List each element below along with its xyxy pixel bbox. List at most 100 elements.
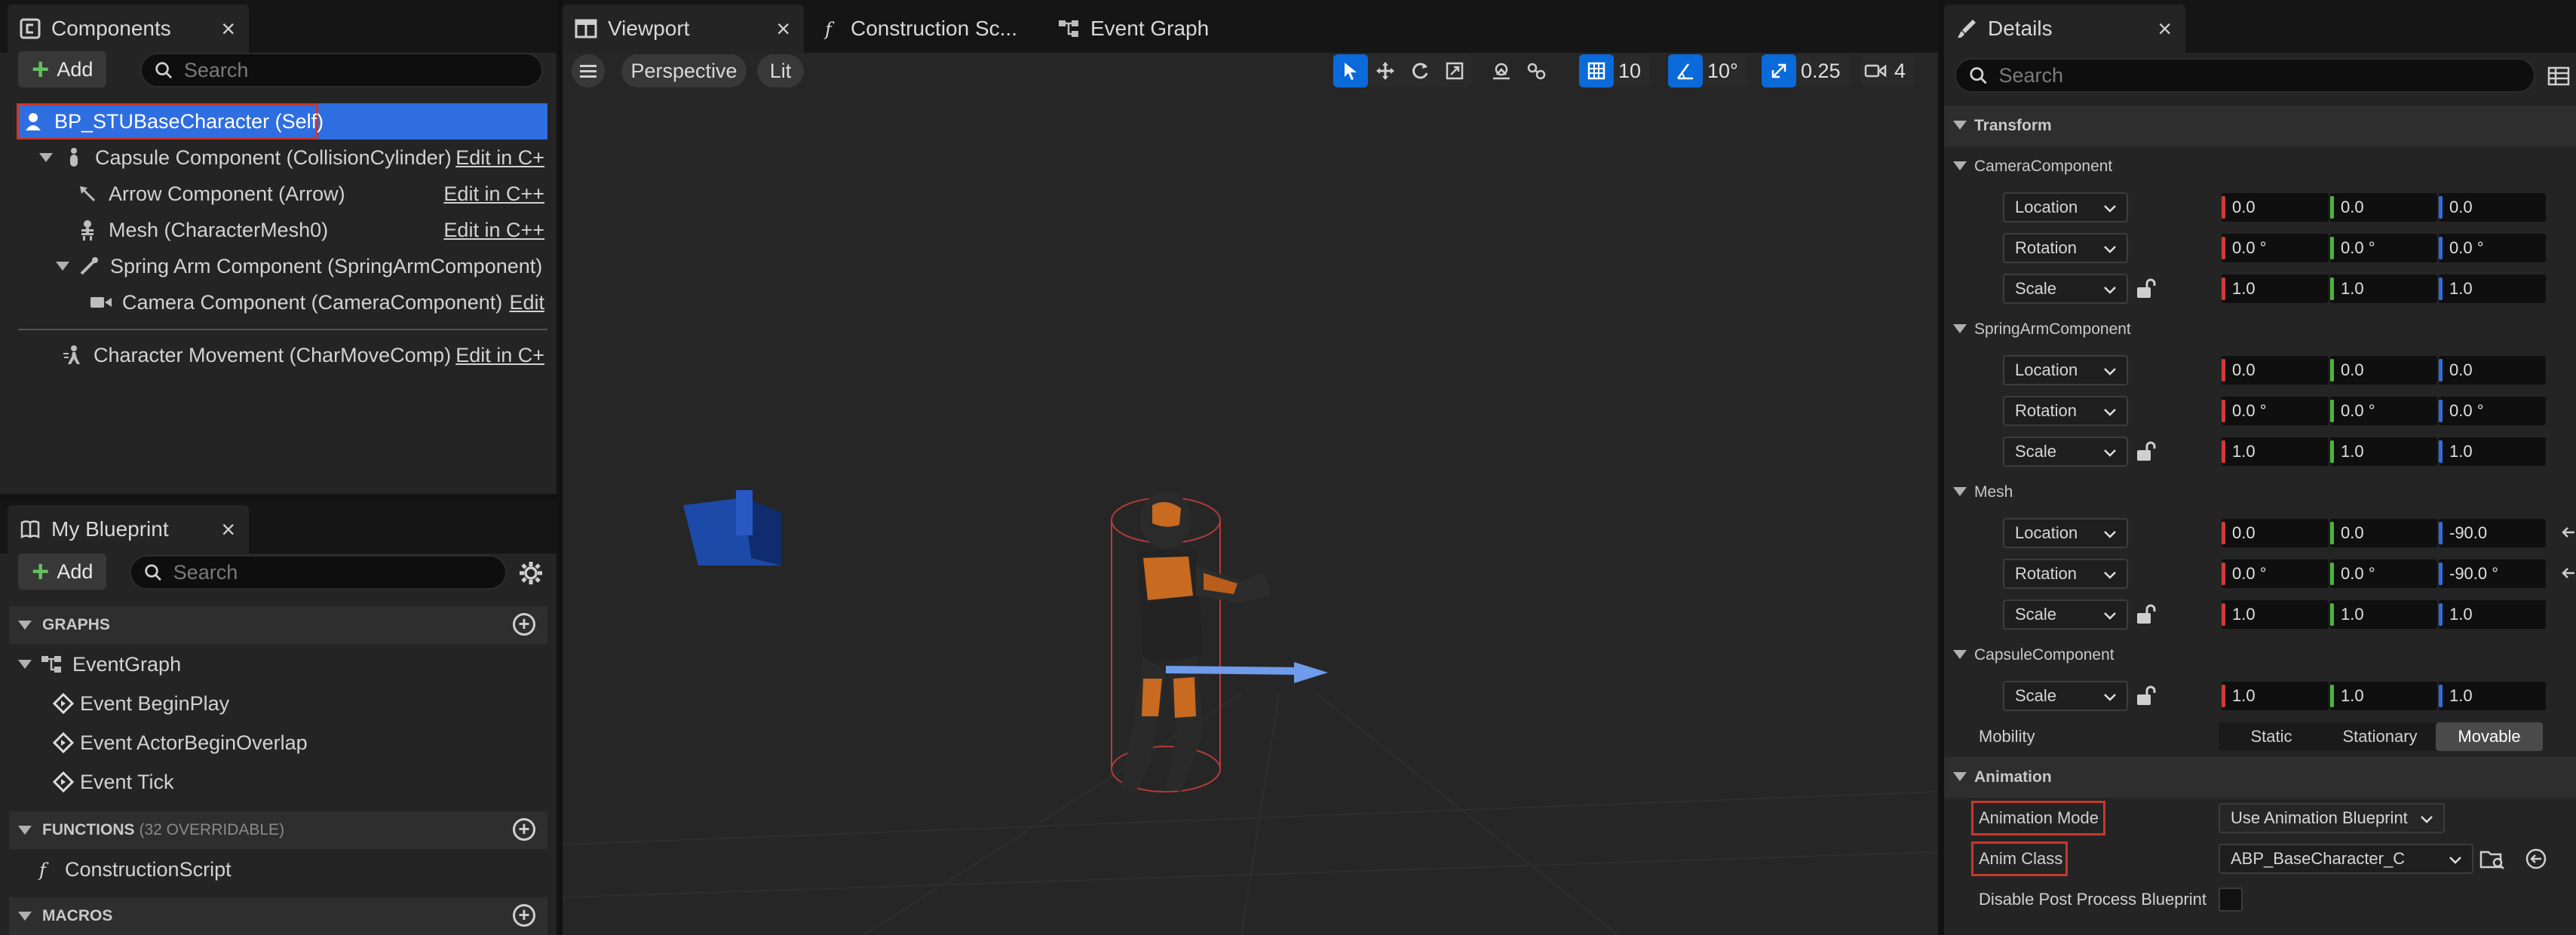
component-character-movement[interactable]: Character Movement (CharMoveComp) Edit i… <box>60 338 552 372</box>
unlock-icon[interactable] <box>2134 603 2157 626</box>
close-icon[interactable]: × <box>776 15 790 43</box>
camera-speed-value[interactable]: 4 <box>1890 60 1915 83</box>
lit-button[interactable]: Lit <box>757 54 804 87</box>
reset-arrow-icon[interactable] <box>2561 566 2576 581</box>
blueprint-search-input[interactable] <box>173 560 505 584</box>
perspective-button[interactable]: Perspective <box>621 54 747 87</box>
scale-tool-button[interactable] <box>1437 54 1472 87</box>
rotation-z-field[interactable]: 0.0 ° <box>2439 234 2546 262</box>
mobility-movable-option[interactable]: Movable <box>2436 722 2543 751</box>
location-x-field[interactable]: 0.0 <box>2222 356 2329 385</box>
scale-y-field[interactable]: 1.0 <box>2330 437 2437 466</box>
scale-y-field[interactable]: 1.0 <box>2330 274 2437 303</box>
close-icon[interactable]: × <box>2157 15 2172 43</box>
collapse-arrow-icon[interactable] <box>1953 650 1967 659</box>
edit-link[interactable]: Edit <box>509 291 544 314</box>
location-z-field[interactable]: 0.0 <box>2439 193 2546 222</box>
location-dropdown[interactable]: Location <box>2003 518 2128 548</box>
scale-z-field[interactable]: 1.0 <box>2439 682 2546 710</box>
select-tool-button[interactable] <box>1333 54 1368 87</box>
scale-snap-group[interactable]: 0.25 <box>1762 54 1850 87</box>
location-x-field[interactable]: 0.0 <box>2222 193 2329 222</box>
event-item[interactable]: Event Tick <box>53 765 174 799</box>
components-search-field[interactable] <box>140 53 543 87</box>
collapse-arrow-icon[interactable] <box>39 153 53 162</box>
scale-dropdown[interactable]: Scale <box>2003 274 2128 304</box>
components-search-input[interactable] <box>183 58 541 82</box>
collapse-arrow-icon[interactable] <box>1953 772 1967 781</box>
tab-components[interactable]: Components × <box>8 5 249 53</box>
tab-details[interactable]: Details × <box>1944 5 2185 53</box>
location-z-field[interactable]: 0.0 <box>2439 356 2546 385</box>
scale-y-field[interactable]: 1.0 <box>2330 682 2437 710</box>
animation-category[interactable]: Animation <box>1944 757 2576 798</box>
add-function-icon[interactable]: + <box>513 818 535 841</box>
scale-z-field[interactable]: 1.0 <box>2439 274 2546 303</box>
reset-arrow-icon[interactable] <box>2561 525 2576 540</box>
collapse-arrow-icon[interactable] <box>1953 161 1967 170</box>
blueprint-add-button[interactable]: + Add <box>18 553 107 590</box>
add-graph-icon[interactable]: + <box>513 613 535 636</box>
collapse-arrow-icon[interactable] <box>18 912 32 921</box>
unlock-icon[interactable] <box>2134 277 2157 300</box>
translate-tool-button[interactable] <box>1368 54 1403 87</box>
scale-dropdown[interactable]: Scale <box>2003 681 2128 711</box>
location-y-field[interactable]: 0.0 <box>2330 193 2437 222</box>
gear-icon[interactable] <box>517 559 544 592</box>
collapse-arrow-icon[interactable] <box>1953 121 1967 130</box>
functions-section-header[interactable]: FUNCTIONS (32 OVERRIDABLE) + <box>9 811 547 849</box>
scale-x-field[interactable]: 1.0 <box>2222 600 2329 629</box>
rotation-snap-toggle[interactable] <box>1668 54 1703 87</box>
graphs-section-header[interactable]: GRAPHS + <box>9 606 547 644</box>
scale-x-field[interactable]: 1.0 <box>2222 274 2329 303</box>
animation-mode-dropdown[interactable]: Use Animation Blueprint <box>2219 803 2445 833</box>
edit-in-cpp-link[interactable]: Edit in C+ <box>455 344 544 367</box>
spring-arm-component-group[interactable]: SpringArmComponent <box>1944 309 2576 350</box>
rotation-x-field[interactable]: 0.0 ° <box>2222 234 2329 262</box>
scale-x-field[interactable]: 1.0 <box>2222 437 2329 466</box>
rotation-y-field[interactable]: 0.0 ° <box>2330 559 2437 588</box>
rotation-x-field[interactable]: 0.0 ° <box>2222 559 2329 588</box>
close-icon[interactable]: × <box>221 15 235 43</box>
rotation-snap-group[interactable]: 10° <box>1668 54 1747 87</box>
capsule-component-group[interactable]: CapsuleComponent <box>1944 635 2576 676</box>
grid-snap-group[interactable]: 10 <box>1579 54 1651 87</box>
grid-snap-value[interactable]: 10 <box>1614 60 1650 83</box>
scale-y-field[interactable]: 1.0 <box>2330 600 2437 629</box>
grid-snap-toggle[interactable] <box>1579 54 1614 87</box>
tab-event-graph[interactable]: Event Graph <box>1045 5 1271 53</box>
macros-section-header[interactable]: MACROS + <box>9 897 547 935</box>
scale-snap-value[interactable]: 0.25 <box>1796 60 1850 83</box>
property-matrix-icon[interactable] <box>2547 66 2570 91</box>
rotation-y-field[interactable]: 0.0 ° <box>2330 234 2437 262</box>
rotation-y-field[interactable]: 0.0 ° <box>2330 397 2437 425</box>
rotation-z-field[interactable]: -90.0 ° <box>2439 559 2546 588</box>
transform-category[interactable]: Transform <box>1944 106 2576 146</box>
collapse-arrow-icon[interactable] <box>18 660 32 669</box>
close-icon[interactable]: × <box>221 516 235 544</box>
camera-speed-button[interactable] <box>1861 54 1890 87</box>
construction-script-item[interactable]: f ConstructionScript <box>36 852 232 887</box>
scale-z-field[interactable]: 1.0 <box>2439 437 2546 466</box>
location-dropdown[interactable]: Location <box>2003 192 2128 222</box>
collapse-arrow-icon[interactable] <box>18 621 32 630</box>
tab-construction-script[interactable]: f Construction Sc... <box>811 5 1038 53</box>
mobility-static-option[interactable]: Static <box>2219 722 2324 751</box>
location-dropdown[interactable]: Location <box>2003 355 2128 385</box>
viewport-options-button[interactable] <box>572 54 605 87</box>
mobility-selector[interactable]: Static Stationary Movable <box>2219 722 2543 751</box>
details-search-field[interactable] <box>1955 58 2535 93</box>
edit-in-cpp-link[interactable]: Edit in C++ <box>443 219 544 242</box>
component-camera[interactable]: Camera Component (CameraComponent) Edit <box>89 285 552 320</box>
rotation-dropdown[interactable]: Rotation <box>2003 396 2128 426</box>
panel-divider[interactable] <box>1938 0 1944 935</box>
tab-my-blueprint[interactable]: My Blueprint × <box>8 505 249 553</box>
rotation-dropdown[interactable]: Rotation <box>2003 233 2128 263</box>
event-graph-item[interactable]: EventGraph <box>18 647 181 682</box>
component-arrow[interactable]: Arrow Component (Arrow) Edit in C++ <box>75 176 552 211</box>
scale-snap-toggle[interactable] <box>1762 54 1796 87</box>
scale-x-field[interactable]: 1.0 <box>2222 682 2329 710</box>
rotation-z-field[interactable]: 0.0 ° <box>2439 397 2546 425</box>
world-local-button[interactable] <box>1519 54 1553 87</box>
surface-snapping-button[interactable] <box>1484 54 1519 87</box>
